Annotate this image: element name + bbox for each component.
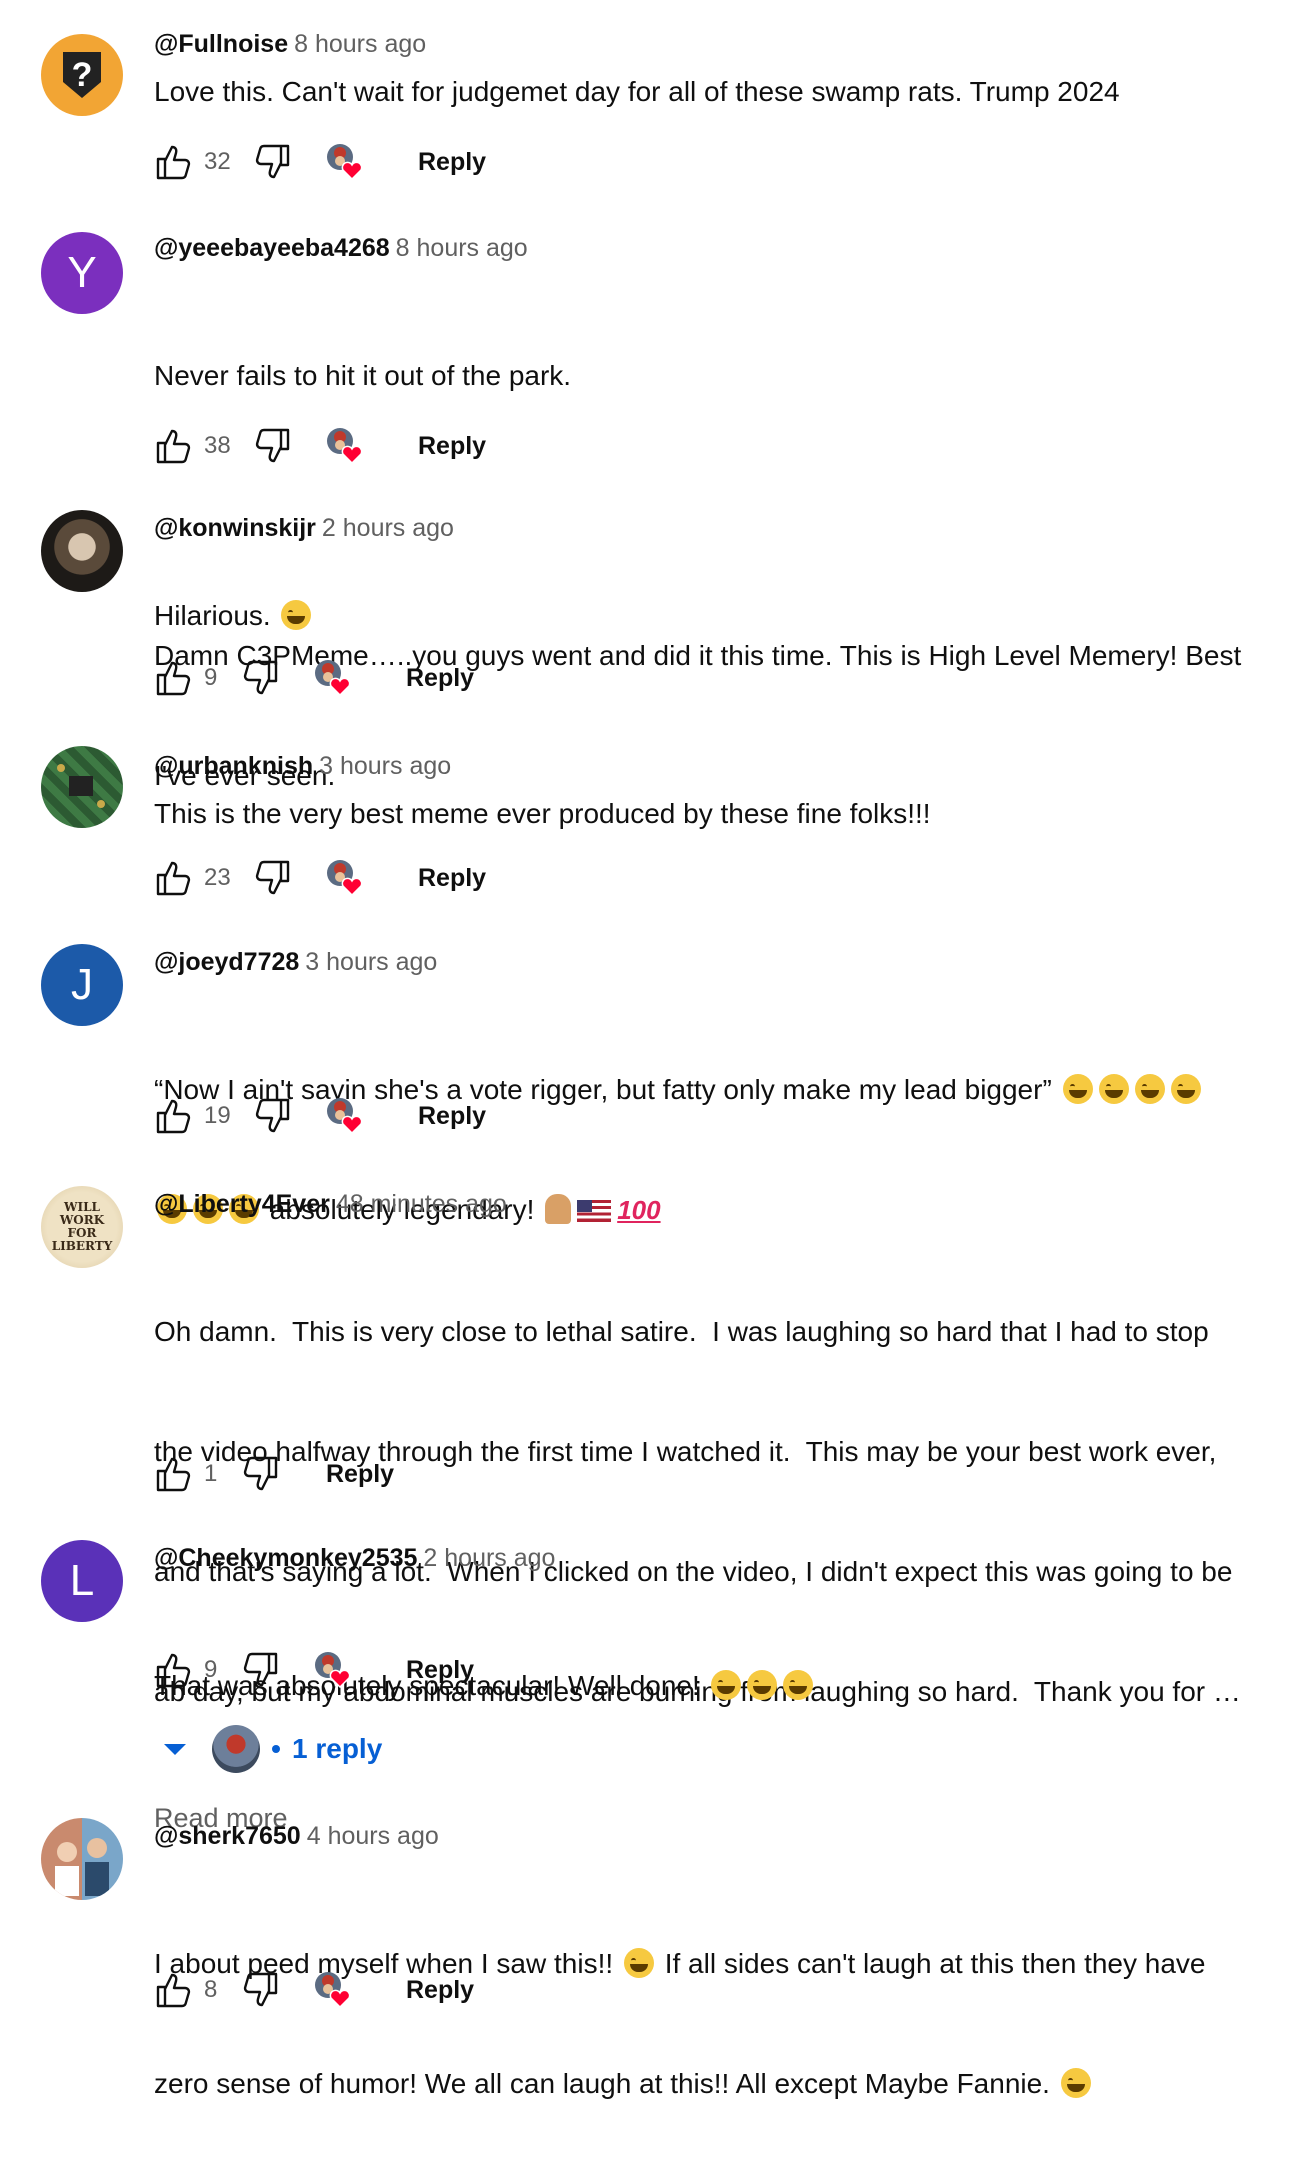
reply-button[interactable]: Reply (418, 148, 486, 177)
laughing-emoji-icon (710, 1670, 741, 1700)
couple-photo-icon (55, 1838, 109, 1896)
creator-heart-icon (314, 659, 352, 697)
avatar[interactable]: J (41, 944, 123, 1026)
like-icon[interactable] (154, 1970, 194, 2010)
avatar[interactable] (41, 1818, 123, 1900)
avatar[interactable]: L (41, 1540, 123, 1622)
creator-heart-icon (314, 1651, 352, 1689)
dislike-icon[interactable] (252, 142, 292, 182)
like-count: 32 (204, 148, 231, 175)
rofl-emoji-icon (1170, 1074, 1201, 1104)
timestamp[interactable]: 8 hours ago (396, 234, 528, 262)
creator-heart-icon (326, 143, 364, 181)
timestamp[interactable]: 3 hours ago (305, 948, 437, 976)
author-name[interactable]: @sherk7650 (154, 1822, 301, 1850)
replies-count-label[interactable]: 1 reply (292, 1733, 382, 1765)
avatar[interactable]: WILL WORK FOR LIBERTY (41, 1186, 123, 1268)
like-icon[interactable] (154, 1454, 194, 1494)
like-icon[interactable] (154, 658, 194, 698)
laughing-emoji-icon (1060, 2068, 1091, 2098)
dislike-icon[interactable] (252, 858, 292, 898)
timestamp[interactable]: 4 hours ago (307, 1822, 439, 1850)
like-count: 9 (204, 1656, 218, 1683)
like-count: 23 (204, 864, 231, 891)
author-name[interactable]: @Liberty4Ever (154, 1190, 330, 1218)
rofl-emoji-icon (1098, 1074, 1129, 1104)
like-count: 1 (204, 1460, 218, 1487)
dislike-icon[interactable] (252, 426, 292, 466)
author-name[interactable]: @konwinskijr (154, 514, 316, 542)
like-icon[interactable] (154, 858, 194, 898)
creator-heart-icon (314, 1971, 352, 2009)
avatar[interactable] (41, 746, 123, 828)
author-name[interactable]: @urbanknish (154, 752, 313, 780)
timestamp[interactable]: 2 hours ago (423, 1544, 555, 1572)
rofl-emoji-icon (623, 1948, 654, 1978)
reply-button[interactable]: Reply (326, 1460, 394, 1489)
circuit-board-icon (57, 764, 105, 808)
avatar-text: LIBERTY (51, 1239, 113, 1253)
avatar-letter: J (71, 960, 93, 1009)
rofl-emoji-icon (1134, 1074, 1165, 1104)
reply-button[interactable]: Reply (418, 432, 486, 461)
comment-text: This is the very best meme ever produced… (154, 798, 931, 829)
avatar[interactable]: ? (41, 34, 123, 116)
creator-heart-icon (326, 427, 364, 465)
question-mark-shield-icon: ? (63, 52, 101, 98)
dislike-icon[interactable] (240, 1454, 280, 1494)
comment-text: Love this. Can't wait for judgemet day f… (154, 76, 1120, 107)
reply-button[interactable]: Reply (418, 1102, 486, 1131)
author-name[interactable]: @Cheekymonkey2535 (154, 1544, 417, 1572)
laughing-emoji-icon (782, 1670, 813, 1700)
svg-text:?: ? (72, 56, 93, 94)
creator-heart-icon (326, 859, 364, 897)
dislike-icon[interactable] (252, 1096, 292, 1136)
creator-heart-icon (326, 1097, 364, 1135)
like-count: 9 (204, 664, 218, 691)
like-icon[interactable] (154, 1096, 194, 1136)
view-replies-button[interactable]: 1 reply (164, 1724, 382, 1774)
like-count: 19 (204, 1102, 231, 1129)
like-count: 38 (204, 432, 231, 459)
caret-down-icon (164, 1743, 186, 1755)
comment-text: I about peed myself when I saw this!! If… (154, 1948, 1206, 2099)
laughing-emoji-icon (746, 1670, 777, 1700)
like-icon[interactable] (154, 426, 194, 466)
like-icon[interactable] (154, 142, 194, 182)
author-name[interactable]: @Fullnoise (154, 30, 288, 58)
timestamp[interactable]: 48 minutes ago (336, 1190, 507, 1218)
timestamp[interactable]: 3 hours ago (319, 752, 451, 780)
like-icon[interactable] (154, 1650, 194, 1690)
reply-button[interactable]: Reply (406, 1976, 474, 2005)
dislike-icon[interactable] (240, 1970, 280, 2010)
bullet-dot (272, 1745, 280, 1753)
like-count: 8 (204, 1976, 218, 2003)
reply-button[interactable]: Reply (406, 664, 474, 693)
creator-avatar (212, 1725, 260, 1773)
reply-button[interactable]: Reply (418, 864, 486, 893)
avatar[interactable]: Y (41, 232, 123, 314)
rofl-emoji-icon (1062, 1074, 1093, 1104)
reply-button[interactable]: Reply (406, 1656, 474, 1685)
avatar-letter: L (69, 1556, 95, 1605)
timestamp[interactable]: 8 hours ago (294, 30, 426, 58)
dislike-icon[interactable] (240, 658, 280, 698)
avatar[interactable] (41, 510, 123, 592)
timestamp[interactable]: 2 hours ago (322, 514, 454, 542)
author-name[interactable]: @joeyd7728 (154, 948, 299, 976)
avatar-letter: Y (67, 248, 97, 297)
author-name[interactable]: @yeeebayeeba4268 (154, 234, 390, 262)
dislike-icon[interactable] (240, 1650, 280, 1690)
